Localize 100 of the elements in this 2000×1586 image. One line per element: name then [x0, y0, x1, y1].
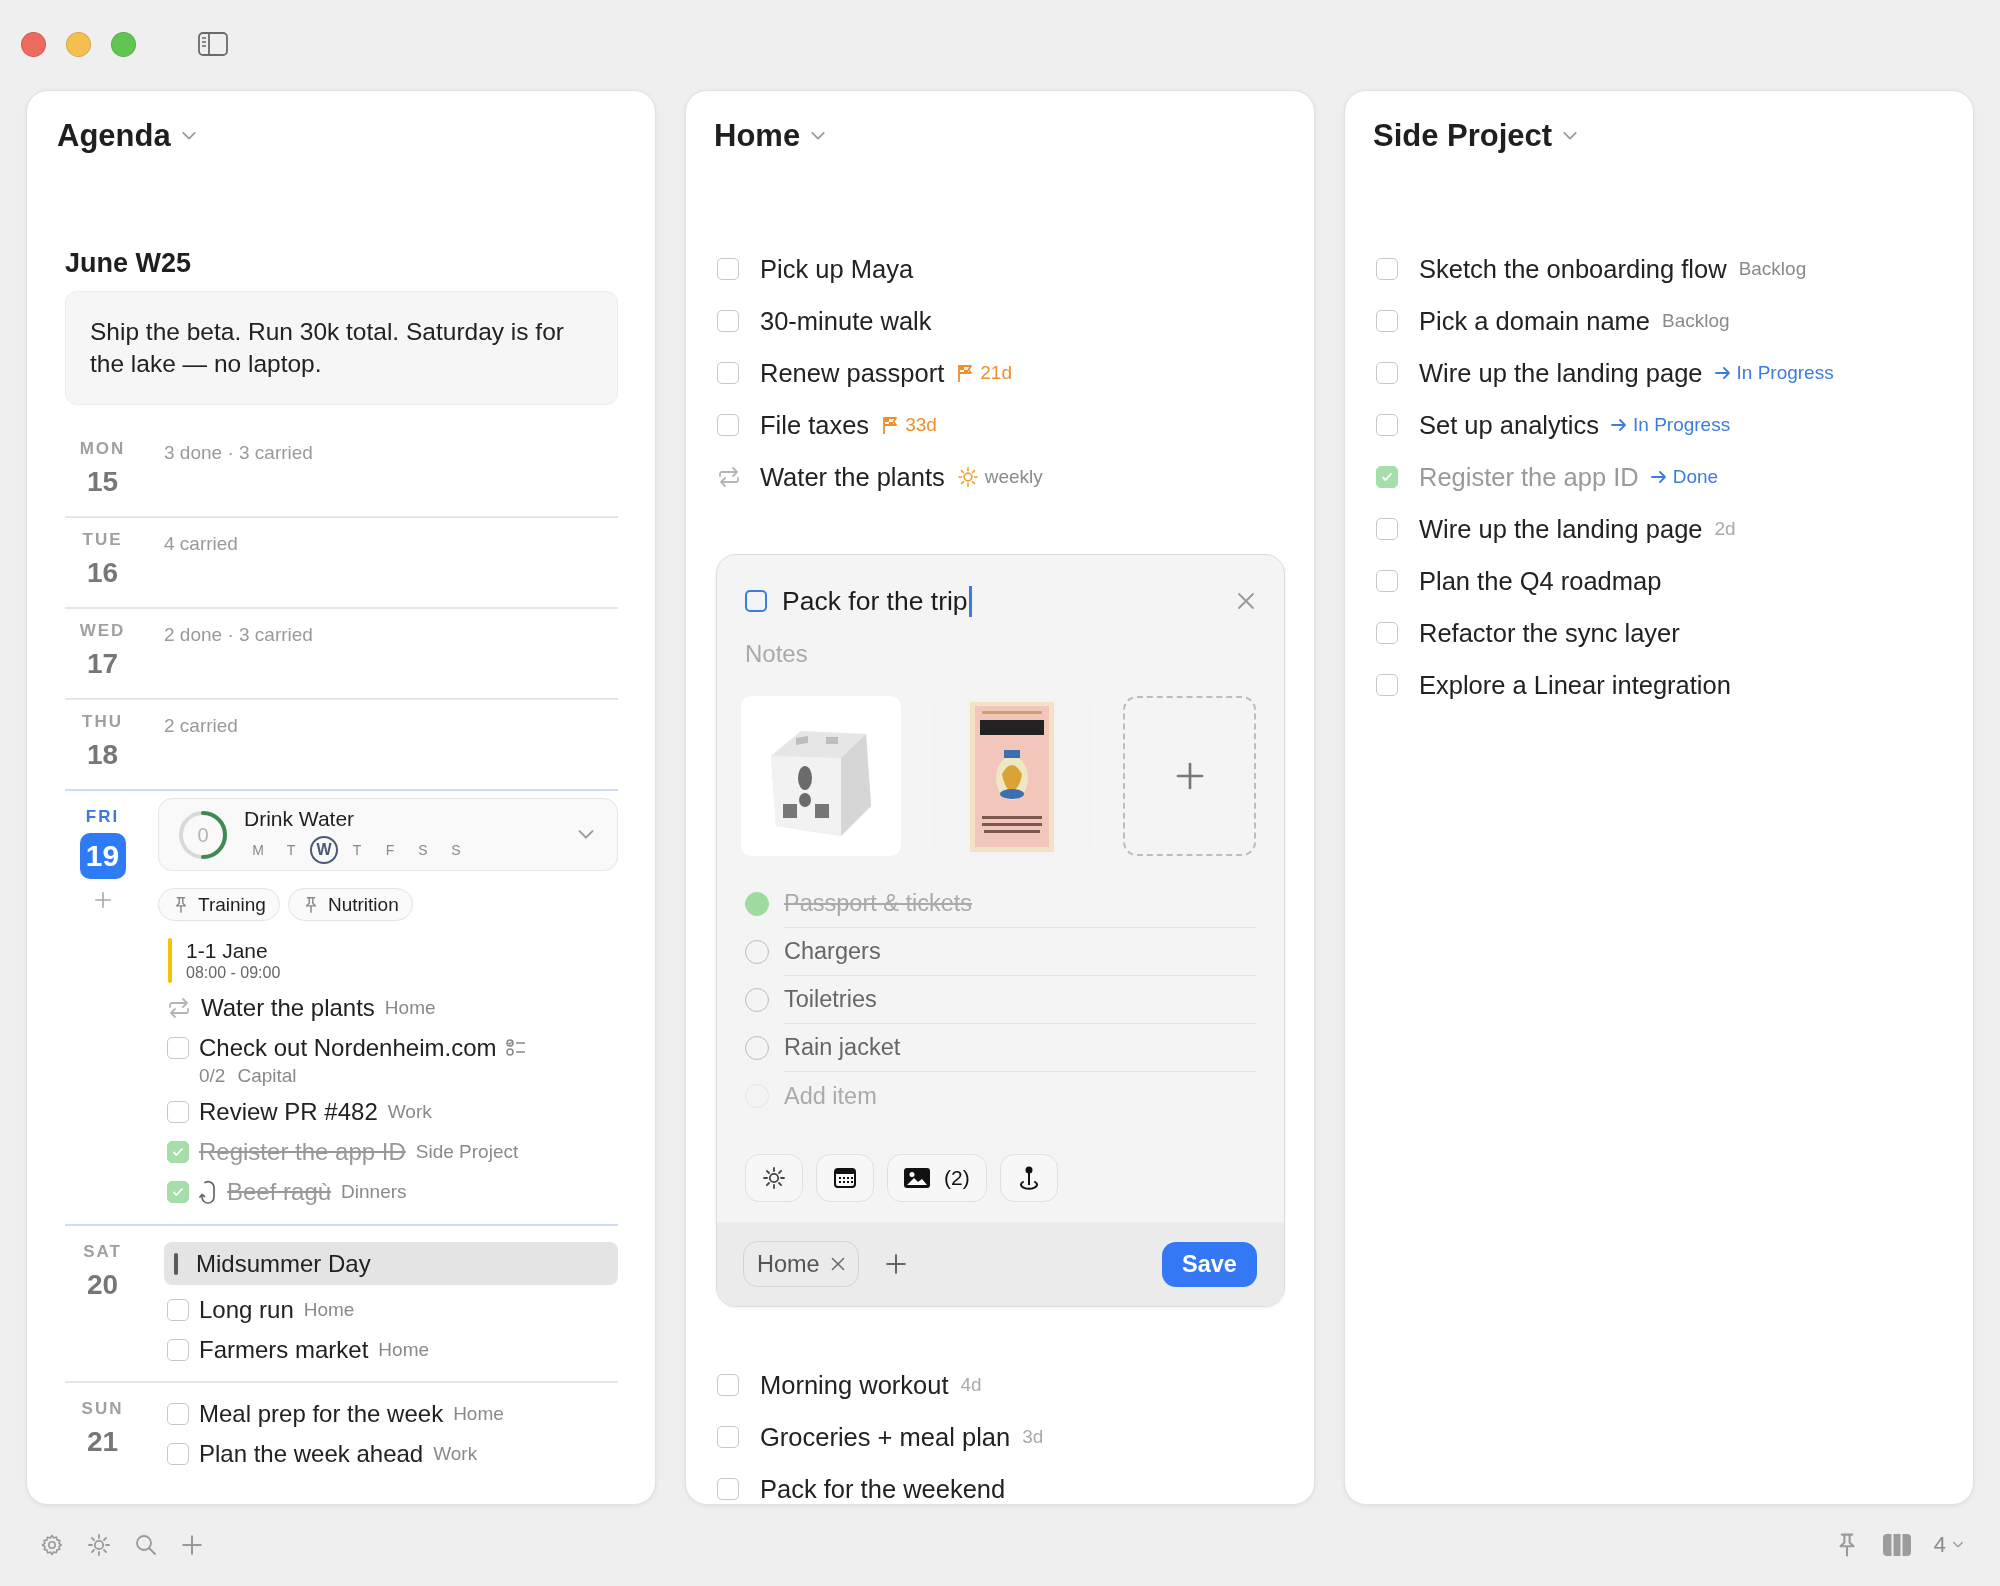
- checklist-item: Rain jacket: [784, 1034, 901, 1061]
- task-title: 30-minute walk: [760, 306, 932, 336]
- checkbox[interactable]: [1376, 674, 1398, 696]
- task-title: File taxes: [760, 410, 870, 440]
- chevron-down-icon: [810, 131, 827, 141]
- pinned-tag[interactable]: Training: [158, 888, 280, 921]
- close-window-button[interactable]: [21, 31, 46, 57]
- date-number: 15: [86, 465, 119, 499]
- column-title: Agenda: [57, 118, 171, 154]
- sun-icon[interactable]: [87, 1532, 111, 1557]
- arrow-icon: [1714, 366, 1731, 380]
- checkbox[interactable]: [717, 1478, 739, 1500]
- weekday-toggle[interactable]: T: [277, 835, 305, 864]
- checkbox[interactable]: [1376, 310, 1398, 332]
- weekday-label: MON: [79, 439, 126, 459]
- columns-icon[interactable]: [1882, 1533, 1911, 1556]
- weekday-toggle[interactable]: T: [343, 835, 371, 864]
- checkbox[interactable]: [717, 258, 739, 280]
- weekday-label: FRI: [85, 807, 120, 827]
- photos-button[interactable]: (2): [887, 1154, 987, 1202]
- habit-card[interactable]: 0 Drink Water M T W T F S S: [158, 798, 618, 871]
- task-title: Wire up the landing page: [1419, 514, 1703, 544]
- list-label: Backlog: [1738, 258, 1807, 280]
- habit-name: Drink Water: [244, 805, 356, 832]
- checkbox[interactable]: [1376, 518, 1398, 540]
- joystick-button[interactable]: [999, 1154, 1058, 1202]
- checkbox[interactable]: [717, 414, 739, 436]
- list-label: Capital: [237, 1065, 297, 1087]
- tag-chip[interactable]: Home: [743, 1241, 859, 1287]
- checklist-circle[interactable]: [745, 892, 769, 916]
- checkbox[interactable]: [1376, 258, 1398, 280]
- checkbox[interactable]: [717, 1426, 739, 1448]
- date-number: 20: [86, 1268, 119, 1302]
- day-summary: 3 done · 3 carried: [164, 442, 313, 463]
- checklist-item: Chargers: [784, 938, 881, 965]
- weekday-label: WED: [79, 621, 126, 641]
- settings-icon[interactable]: [40, 1532, 64, 1557]
- status-label: In Progress: [1736, 362, 1834, 384]
- task-title: Long run: [199, 1296, 294, 1324]
- task-title: Set up analytics: [1419, 410, 1600, 440]
- checkbox[interactable]: [167, 1443, 189, 1465]
- search-icon[interactable]: [134, 1532, 158, 1557]
- save-button[interactable]: Save: [1162, 1241, 1257, 1287]
- title-field[interactable]: Pack for the trip: [782, 585, 972, 617]
- habit-count: 0: [197, 823, 209, 846]
- checkbox[interactable]: [167, 1339, 189, 1361]
- due-label: 33d: [905, 414, 937, 436]
- checkbox[interactable]: [1376, 622, 1398, 644]
- date-number: 19: [79, 833, 126, 879]
- checkbox[interactable]: [717, 362, 739, 384]
- checkbox[interactable]: [167, 1299, 189, 1321]
- weekday-label: TUE: [82, 530, 123, 550]
- weekday-toggle[interactable]: S: [442, 835, 470, 864]
- zoom-window-button[interactable]: [111, 31, 136, 57]
- task-title: Sketch the onboarding flow: [1419, 254, 1727, 284]
- age-label: 3d: [1022, 1426, 1044, 1448]
- task-title: Renew passport: [760, 358, 945, 388]
- checkbox[interactable]: [1376, 570, 1398, 592]
- checkbox[interactable]: [167, 1101, 189, 1123]
- weekday-toggle[interactable]: F: [376, 835, 404, 864]
- add-item-field[interactable]: Add item: [784, 1082, 1256, 1110]
- checkmark-icon: [1380, 470, 1394, 484]
- notes-field[interactable]: Notes: [745, 637, 1256, 671]
- checkbox[interactable]: [167, 1037, 189, 1059]
- checkbox[interactable]: [1376, 414, 1398, 436]
- checkbox[interactable]: [745, 590, 767, 612]
- task-title: Review PR #482: [199, 1098, 378, 1126]
- checkmark-icon: [171, 1185, 185, 1199]
- checkbox[interactable]: [1376, 362, 1398, 384]
- sidebar-toggle-icon[interactable]: [198, 32, 228, 56]
- add-icon[interactable]: [181, 1533, 203, 1556]
- recurrence-label: weekly: [984, 466, 1043, 488]
- add-icon[interactable]: [93, 891, 112, 909]
- sun-button[interactable]: [745, 1154, 803, 1202]
- day-summary: 4 carried: [164, 533, 238, 554]
- list-label: Side Project: [415, 1141, 519, 1163]
- weekday-toggle[interactable]: S: [409, 835, 437, 864]
- pinned-tag[interactable]: Nutrition: [287, 888, 413, 921]
- weekday-toggle[interactable]: W: [310, 835, 338, 864]
- list-label: Home: [303, 1299, 355, 1321]
- task-title: Farmers market: [199, 1336, 369, 1364]
- event-time: 08:00 - 09:00: [186, 963, 281, 983]
- minimize-window-button[interactable]: [66, 31, 91, 57]
- calendar-button[interactable]: [816, 1154, 874, 1202]
- flag-icon: [956, 363, 975, 383]
- add-tag-icon[interactable]: [884, 1253, 907, 1275]
- column-title: Side Project: [1373, 118, 1553, 154]
- add-photo-button[interactable]: [1123, 696, 1256, 856]
- task-title: Plan the Q4 roadmap: [1419, 566, 1662, 596]
- event-title: 1-1 Jane: [186, 938, 269, 963]
- task-title: Register the app ID: [1419, 462, 1639, 492]
- checkbox[interactable]: [717, 310, 739, 332]
- column-count-button[interactable]: 4: [1933, 1531, 1964, 1558]
- checkbox[interactable]: [717, 1374, 739, 1396]
- holiday-title: Midsummer Day: [196, 1249, 371, 1278]
- checkbox[interactable]: [167, 1403, 189, 1425]
- close-icon[interactable]: [1236, 591, 1256, 611]
- weekday-toggle[interactable]: M: [244, 835, 272, 864]
- checklist-item: Toiletries: [784, 986, 877, 1013]
- task-title: Check out Nordenheim.com: [199, 1034, 497, 1062]
